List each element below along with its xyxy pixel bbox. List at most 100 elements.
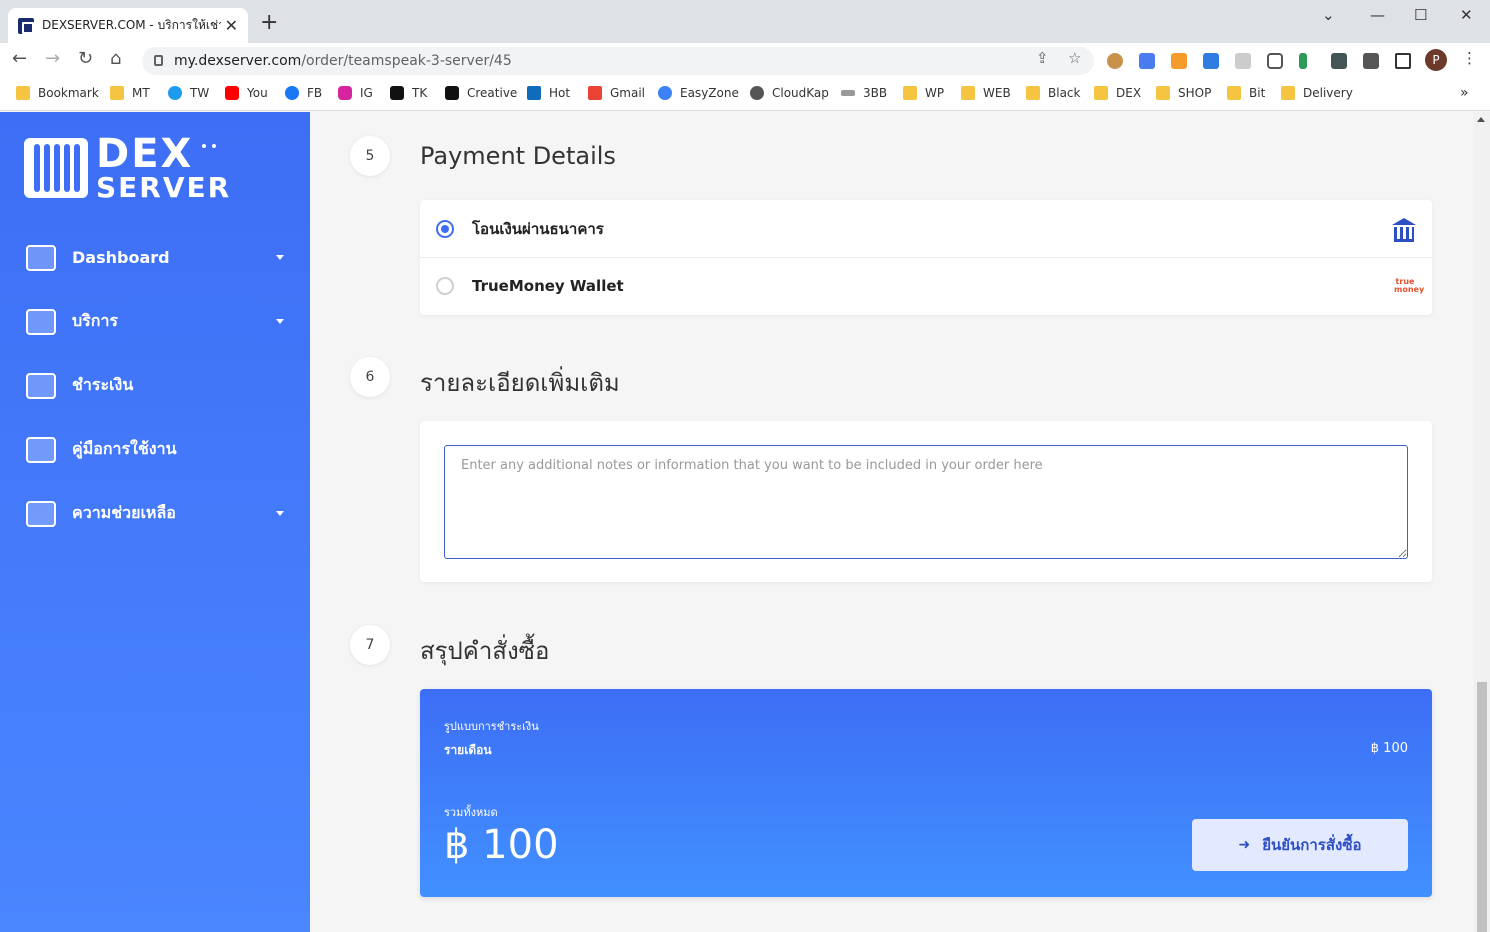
bookmark-item[interactable]: CloudKap <box>750 86 829 100</box>
bookmark-item[interactable]: DEX <box>1094 86 1141 100</box>
bookmark-item[interactable]: You <box>225 86 268 100</box>
total-amount: ฿ 100 <box>444 822 559 868</box>
bookmark-label: Creative <box>467 86 518 100</box>
dexserver-logo[interactable]: DEX SERVER <box>24 131 229 206</box>
order-notes-textarea[interactable] <box>444 445 1408 559</box>
url-path: /order/teamspeak-3-server/45 <box>301 53 512 69</box>
bookmark-item[interactable]: FB <box>285 86 322 100</box>
fruit-extension-icon[interactable] <box>1171 53 1187 69</box>
tab-close-icon[interactable]: ✕ <box>225 16 238 35</box>
folder-icon <box>1281 86 1295 100</box>
billing-cycle: รายเดือน <box>444 743 492 757</box>
instagram-icon <box>338 86 352 100</box>
section-title-notes: รายละเอียดเพิ่มเติม <box>420 369 620 397</box>
bookmark-item[interactable]: SHOP <box>1156 86 1211 100</box>
back-icon[interactable]: ← <box>12 50 27 68</box>
radio-selected[interactable] <box>436 219 454 238</box>
bookmark-item[interactable]: Bit <box>1227 86 1265 100</box>
sidebar-item-payment[interactable]: ชำระเงิน <box>24 367 288 403</box>
side-panel-icon[interactable] <box>1395 53 1411 69</box>
translate-extension-icon[interactable] <box>1139 53 1155 69</box>
bookmark-item[interactable]: WP <box>903 86 944 100</box>
confirm-order-label: ยืนยันการสั่งซื้อ <box>1262 836 1362 854</box>
profile-avatar[interactable]: P <box>1425 49 1447 71</box>
bookmark-label: You <box>247 86 268 100</box>
payment-option-bank[interactable]: โอนเงินผ่านธนาคาร <box>420 200 1432 257</box>
bookmark-label: 3BB <box>863 86 888 100</box>
bookmark-item[interactable]: MT <box>110 86 150 100</box>
new-tab-button[interactable]: + <box>260 12 278 34</box>
sidebar-item-services[interactable]: บริการ <box>24 303 288 339</box>
download-extension-icon[interactable] <box>1203 53 1219 69</box>
sidebar-item-label: คู่มือการใช้งาน <box>72 438 177 458</box>
cookie-extension-icon[interactable] <box>1107 53 1123 69</box>
folder-icon <box>903 86 917 100</box>
bookmark-label: CloudKap <box>772 86 829 100</box>
mountain-extension-icon[interactable] <box>1235 53 1251 69</box>
sidebar-item-label: Dashboard <box>72 247 170 267</box>
bank-icon <box>1392 217 1416 242</box>
order-summary-card: รูปแบบการชำระเงิน รายเดือน ฿ 100 รวมทั้ง… <box>420 689 1432 897</box>
manual-icon <box>24 433 56 465</box>
scroll-up-arrow-icon[interactable] <box>1477 117 1485 122</box>
services-icon <box>24 305 56 337</box>
radio-unselected[interactable] <box>436 277 454 295</box>
bookmark-item[interactable]: Creative <box>445 86 517 100</box>
server-rack-logo-icon <box>24 138 88 198</box>
bookmark-item[interactable]: TW <box>168 86 209 100</box>
bookmark-item[interactable]: IG <box>338 86 373 100</box>
bookmark-star-icon[interactable]: ☆ <box>1068 49 1081 67</box>
home-icon[interactable]: ⌂ <box>110 50 121 68</box>
maximize-icon[interactable]: ☐ <box>1414 6 1427 24</box>
browser-menu-icon[interactable]: ⋮ <box>1462 49 1477 67</box>
bookmark-label: WEB <box>983 86 1011 100</box>
address-bar[interactable]: my.dexserver.com/order/teamspeak-3-serve… <box>142 47 1094 75</box>
chat-extension-icon[interactable] <box>1267 53 1283 69</box>
extensions-puzzle-icon[interactable] <box>1363 53 1379 69</box>
bookmark-label: EasyZone <box>680 86 739 100</box>
payment-icon <box>24 369 56 401</box>
pen-extension-icon[interactable] <box>1331 53 1347 69</box>
bookmark-item[interactable]: TK <box>390 86 427 100</box>
scrollbar-thumb[interactable] <box>1477 682 1487 932</box>
gmail-icon <box>588 86 602 100</box>
3bb-icon <box>841 90 855 96</box>
tab-search-icon[interactable]: ⌄ <box>1322 6 1335 24</box>
billing-cycle-price: ฿ 100 <box>1370 741 1408 756</box>
bookmark-item[interactable]: EasyZone <box>658 86 739 100</box>
billing-type-label: รูปแบบการชำระเงิน <box>444 720 539 733</box>
browser-tab[interactable]: DEXSERVER.COM - บริการให้เช่าและ ✕ <box>8 8 248 43</box>
sidebar-item-help[interactable]: ความช่วยเหลือ <box>24 495 288 531</box>
caret-down-icon <box>276 254 284 260</box>
folder-icon <box>16 86 30 100</box>
bookmark-item[interactable]: Gmail <box>588 86 645 100</box>
logo-dots-icon <box>202 144 216 154</box>
bookmark-item[interactable]: Hot <box>527 86 570 100</box>
share-icon[interactable]: ⇪ <box>1036 49 1049 67</box>
payment-option-label: โอนเงินผ่านธนาคาร <box>472 219 604 238</box>
confirm-order-button[interactable]: ➜ ยืนยันการสั่งซื้อ <box>1192 819 1408 871</box>
more-bookmarks-icon[interactable]: » <box>1460 85 1469 101</box>
reload-icon[interactable]: ↻ <box>78 50 93 68</box>
total-label: รวมทั้งหมด <box>444 806 498 819</box>
minimize-icon[interactable]: — <box>1370 6 1385 24</box>
folder-icon <box>1156 86 1170 100</box>
key-extension-icon[interactable] <box>1299 53 1307 69</box>
window-close-icon[interactable]: ✕ <box>1460 6 1473 24</box>
payment-option-truemoney[interactable]: TrueMoney Wallet true money <box>420 257 1432 314</box>
sidebar-item-dashboard[interactable]: Dashboard <box>24 239 288 275</box>
bookmark-item[interactable]: Black <box>1026 86 1080 100</box>
folder-icon <box>1094 86 1108 100</box>
folder-icon <box>1026 86 1040 100</box>
bookmark-label: SHOP <box>1178 86 1212 100</box>
section-title-summary: สรุปคำสั่งซื้อ <box>420 637 550 665</box>
bookmark-item[interactable]: WEB <box>961 86 1011 100</box>
forward-icon[interactable]: → <box>45 50 60 68</box>
sidebar-item-manual[interactable]: คู่มือการใช้งาน <box>24 431 288 467</box>
bookmark-item[interactable]: Delivery <box>1281 86 1353 100</box>
bookmark-item[interactable]: Bookmark <box>16 86 99 100</box>
logo-text-dex: DEX <box>96 131 194 177</box>
dashboard-icon <box>24 241 56 273</box>
facebook-icon <box>285 86 299 100</box>
bookmark-item[interactable]: 3BB <box>841 86 887 100</box>
